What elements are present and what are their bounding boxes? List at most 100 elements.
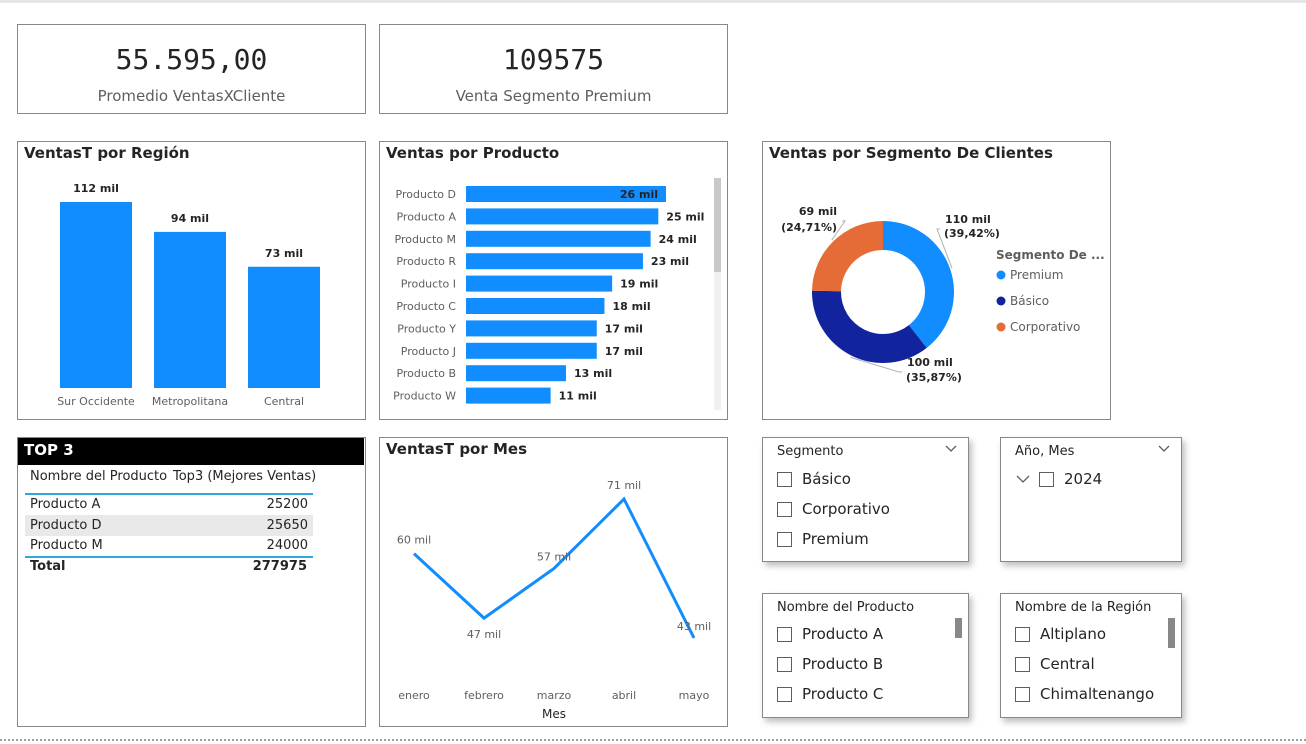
product-bar-data-label: 26 mil [620,188,658,201]
kpi-label: Promedio VentasXCliente [97,87,286,105]
month-data-label: 71 mil [607,479,641,492]
table-row[interactable]: Producto A 25200 [25,495,313,515]
top3-table-card[interactable]: TOP 3 Nombre del Producto Top3 (Mejores … [17,437,366,727]
slicer-item[interactable]: Central [1015,654,1095,674]
month-data-label: 47 mil [467,628,501,641]
product-bar-data-label: 19 mil [620,278,658,291]
product-category-label: Producto Y [397,322,456,335]
slicer-item[interactable]: Chimaltenango [1015,684,1154,704]
checkbox[interactable] [777,501,792,517]
product-category-label: Producto B [396,367,456,380]
checkbox[interactable] [777,626,792,642]
row-value: 25650 [266,518,308,533]
slicer-item[interactable]: Producto B [777,654,883,674]
checkbox[interactable] [777,531,792,547]
top3-col-header-value[interactable]: Top3 (Mejores Ventas) [173,469,316,484]
slicer-producto[interactable]: Nombre del Producto Producto A Producto … [762,593,969,718]
product-category-label: Producto W [393,390,456,403]
slicer-item-label: Altiplano [1040,625,1107,643]
slicer-scrollbar[interactable] [955,618,962,638]
checkbox[interactable] [1039,471,1054,487]
checkbox[interactable] [1015,686,1030,702]
month-x-tick-label: febrero [464,689,504,702]
month-line-series [412,496,696,639]
slicer-title: Nombre del Producto [777,600,915,615]
row-name: Producto A [30,497,101,512]
product-chart-card[interactable]: Ventas por Producto Producto D 26 mil Prod… [379,141,728,420]
slicer-item[interactable]: Básico [777,469,851,489]
product-bar-data-label: 17 mil [605,345,643,358]
kpi-card-premium[interactable]: 109575 Venta Segmento Premium [379,24,728,114]
product-bar-data-label: 13 mil [574,367,612,380]
product-bar [466,253,643,270]
product-bar-data-label: 11 mil [559,390,597,403]
chevron-down-icon[interactable] [1157,444,1171,454]
product-bar [466,275,613,292]
region-bar [60,202,132,388]
month-x-tick-label: marzo [537,689,572,702]
scrollbar-thumb[interactable] [714,178,721,272]
region-category-label: Metropolitana [152,395,228,408]
donut-slice [812,290,927,363]
slicer-scrollbar[interactable] [1168,618,1175,648]
slicer-item[interactable]: Corporativo [777,499,890,519]
slicer-item-label: Producto C [802,685,884,703]
segment-chart: 110 mil(39,42%) 100 mil (35,87%) 69 mil (24,… [781,205,1105,384]
table-row[interactable]: Producto D 25650 [25,515,313,536]
checkbox[interactable] [777,686,792,702]
kpi-card-promedio[interactable]: 55.595,00 Promedio VentasXCliente [17,24,366,114]
region-bar [154,231,226,388]
donut-data-label: (39,42%) [944,227,1000,240]
month-x-axis-title: Mes [542,707,566,721]
region-category-label: Sur Occidente [57,395,135,408]
product-bar-data-label: 23 mil [651,255,689,268]
region-chart-card[interactable]: VentasT por Región 112 mil Sur Occidente 9… [17,141,366,420]
legend-title: Segmento De ... [996,248,1105,262]
product-bar-data-label: 17 mil [605,322,643,335]
region-bar-data-label: 94 mil [171,212,209,225]
slicer-item[interactable]: Premium [777,529,869,549]
month-data-label: 43 mil [677,620,711,633]
product-bar-data-label: 25 mil [666,210,704,223]
product-category-label: Producto A [396,210,456,223]
donut-data-label: 100 mil [907,356,953,369]
product-bar [466,365,566,382]
product-bar [466,298,605,314]
kpi-value: 55.595,00 [115,43,268,76]
slicer-segmento[interactable]: Segmento Básico Corporativo Premium [762,437,969,562]
month-x-tick-label: enero [398,689,430,702]
checkbox[interactable] [777,656,792,672]
product-chart-scrollbar[interactable] [714,178,721,410]
slicer-item[interactable]: 2024 [1015,469,1102,489]
total-label: Total [30,559,66,574]
expand-chevron-icon[interactable] [1015,474,1031,484]
region-bar-data-label: 112 mil [73,182,119,195]
table-row[interactable]: Producto M 24000 [25,536,313,556]
slicer-title: Nombre de la Región [1015,600,1152,615]
month-chart-card[interactable]: VentasT por Mes 60 mil enero 47 mil febrero… [379,437,728,727]
top3-col-header-name[interactable]: Nombre del Producto [30,469,167,484]
slicer-anio-mes[interactable]: Año, Mes 2024 [1000,437,1182,562]
slicer-item-label: Producto B [802,655,884,673]
donut-data-label: 110 mil [945,213,991,226]
checkbox[interactable] [777,471,792,487]
product-bar-data-label: 24 mil [659,233,697,246]
product-category-label: Producto R [396,255,456,268]
month-x-tick-label: mayo [679,689,710,702]
slicer-title: Año, Mes [1015,444,1075,459]
checkbox[interactable] [1015,626,1030,642]
row-name: Producto M [30,538,103,553]
slicer-item[interactable]: Producto A [777,624,883,644]
checkbox[interactable] [1015,656,1030,672]
legend-label: Premium [1010,268,1063,282]
slicer-region[interactable]: Nombre de la Región Altiplano Central Ch… [1000,593,1182,718]
slicer-item[interactable]: Altiplano [1015,624,1106,644]
month-data-label: 57 mil [537,551,571,564]
slicer-item[interactable]: Producto C [777,684,883,704]
legend-label: Básico [1010,294,1049,308]
product-bar [466,208,659,225]
segment-chart-card[interactable]: Ventas por Segmento De Clientes 110 mil(… [762,141,1111,420]
slicer-item-label: 2024 [1064,470,1103,488]
chevron-down-icon[interactable] [944,444,958,454]
top3-title: TOP 3 [18,438,364,465]
